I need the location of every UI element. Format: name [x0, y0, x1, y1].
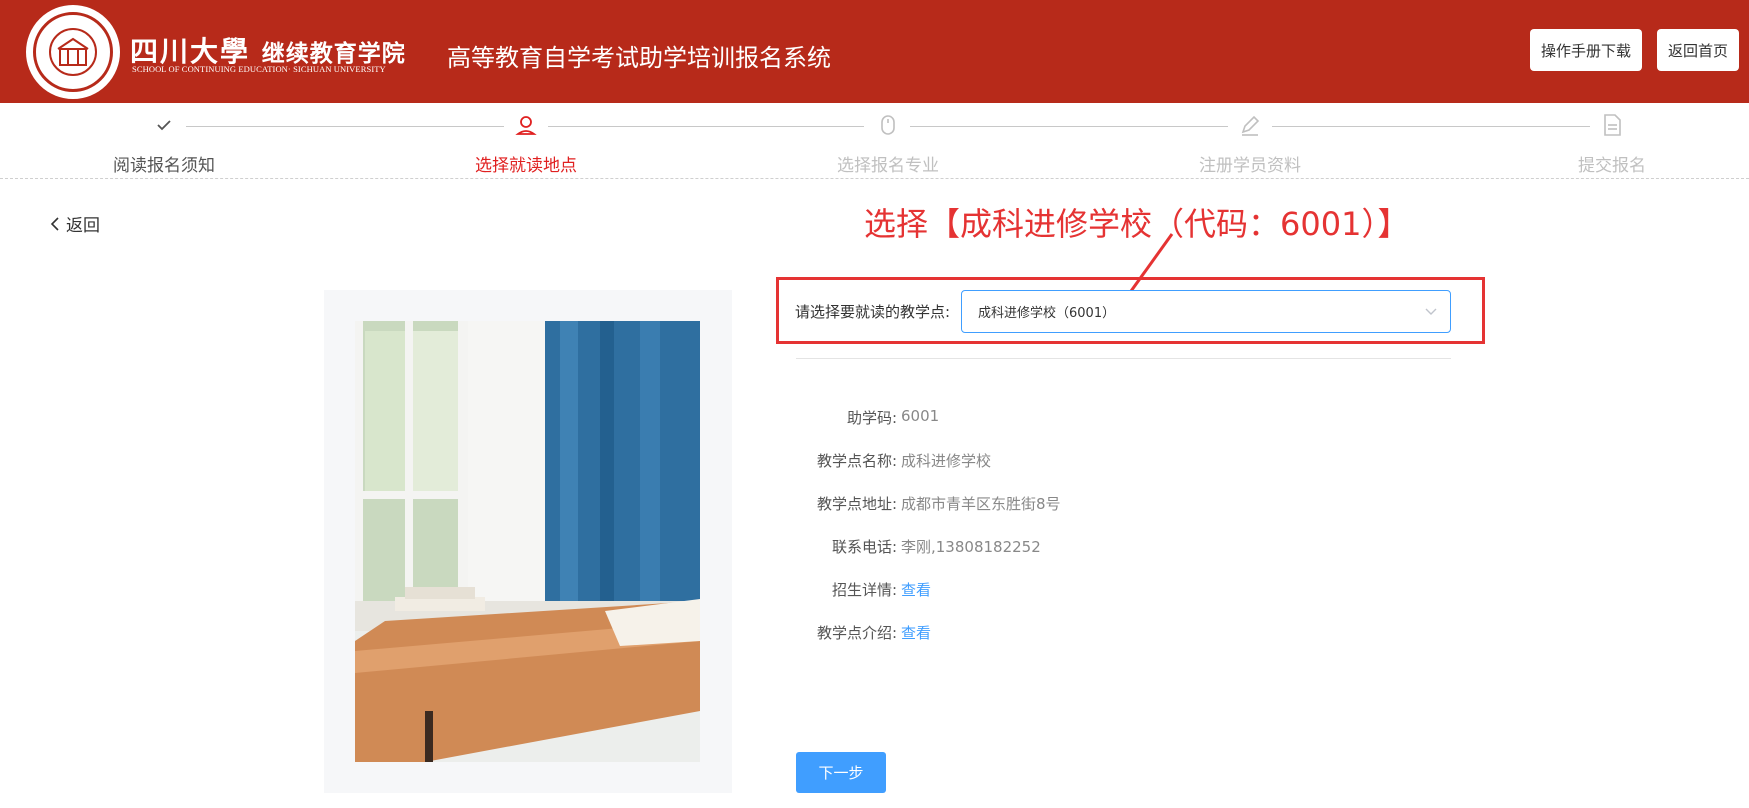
- mouse-icon: [875, 112, 901, 138]
- step-connector: [1272, 126, 1590, 127]
- step-label-submit: 提交报名: [1578, 156, 1646, 176]
- chevron-down-icon: [1425, 308, 1437, 315]
- progress-stepper: 阅读报名须知 选择就读地点 选择报名专业 注册学员资料 提交报名: [0, 103, 1749, 179]
- back-label: 返回: [66, 216, 100, 236]
- view-introduction-link[interactable]: 查看: [897, 622, 931, 643]
- step-label-register-info: 注册学员资料: [1199, 156, 1301, 176]
- info-value: 6001: [901, 407, 940, 425]
- info-value: 成都市青羊区东胜街8号: [901, 495, 1061, 513]
- info-value: 李刚,13808182252: [901, 538, 1041, 556]
- info-row-enrollment-details: 招生详情: 查看: [780, 579, 931, 600]
- next-step-button[interactable]: 下一步: [796, 752, 886, 793]
- step-label-select-major: 选择报名专业: [837, 156, 939, 176]
- document-icon: [1599, 112, 1625, 138]
- logo-english-name: SCHOOL OF CONTINUING EDUCATION· SICHUAN …: [132, 64, 386, 74]
- return-home-button[interactable]: 返回首页: [1657, 29, 1739, 71]
- info-value: 成科进修学校: [901, 452, 992, 470]
- info-row-name: 教学点名称: 成科进修学校: [780, 450, 991, 471]
- info-key: 联系电话:: [831, 538, 897, 556]
- teaching-point-label: 请选择要就读的教学点:: [795, 303, 951, 321]
- university-seal-logo: [26, 5, 120, 99]
- chevron-left-icon: [50, 216, 59, 231]
- info-key: 教学点介绍:: [816, 624, 897, 642]
- step-connector: [548, 126, 864, 127]
- back-link[interactable]: 返回: [48, 211, 100, 236]
- classroom-image-panel: [324, 290, 732, 793]
- info-row-code: 助学码: 6001: [780, 407, 939, 428]
- check-icon: [151, 112, 177, 138]
- info-row-introduction: 教学点介绍: 查看: [780, 622, 931, 643]
- teaching-point-select[interactable]: 成科进修学校（6001）: [961, 290, 1451, 333]
- step-connector: [186, 126, 504, 127]
- step-label-read-notice: 阅读报名须知: [113, 156, 215, 176]
- step-connector: [910, 126, 1228, 127]
- view-enrollment-details-link[interactable]: 查看: [897, 579, 931, 600]
- classroom-photo: [355, 321, 700, 762]
- manual-download-button[interactable]: 操作手册下载: [1530, 29, 1642, 71]
- pen-icon: [1237, 112, 1263, 138]
- divider: [796, 358, 1451, 359]
- top-header: 四川大學 继续教育学院 SCHOOL OF CONTINUING EDUCATI…: [0, 0, 1749, 103]
- info-row-address: 教学点地址: 成都市青羊区东胜街8号: [780, 493, 1061, 514]
- step-label-select-location: 选择就读地点: [475, 156, 577, 176]
- info-key: 教学点地址:: [816, 495, 897, 513]
- user-icon: [513, 112, 539, 138]
- info-key: 助学码:: [846, 409, 897, 427]
- info-row-phone: 联系电话: 李刚,13808182252: [780, 536, 1041, 557]
- system-title: 高等教育自学考试助学培训报名系统: [447, 44, 831, 72]
- gate-icon: [57, 37, 89, 66]
- select-value: 成科进修学校（6001）: [978, 306, 1116, 321]
- info-key: 招生详情:: [831, 581, 897, 599]
- info-key: 教学点名称:: [816, 452, 897, 470]
- logo-college-name: 继续教育学院: [261, 40, 406, 67]
